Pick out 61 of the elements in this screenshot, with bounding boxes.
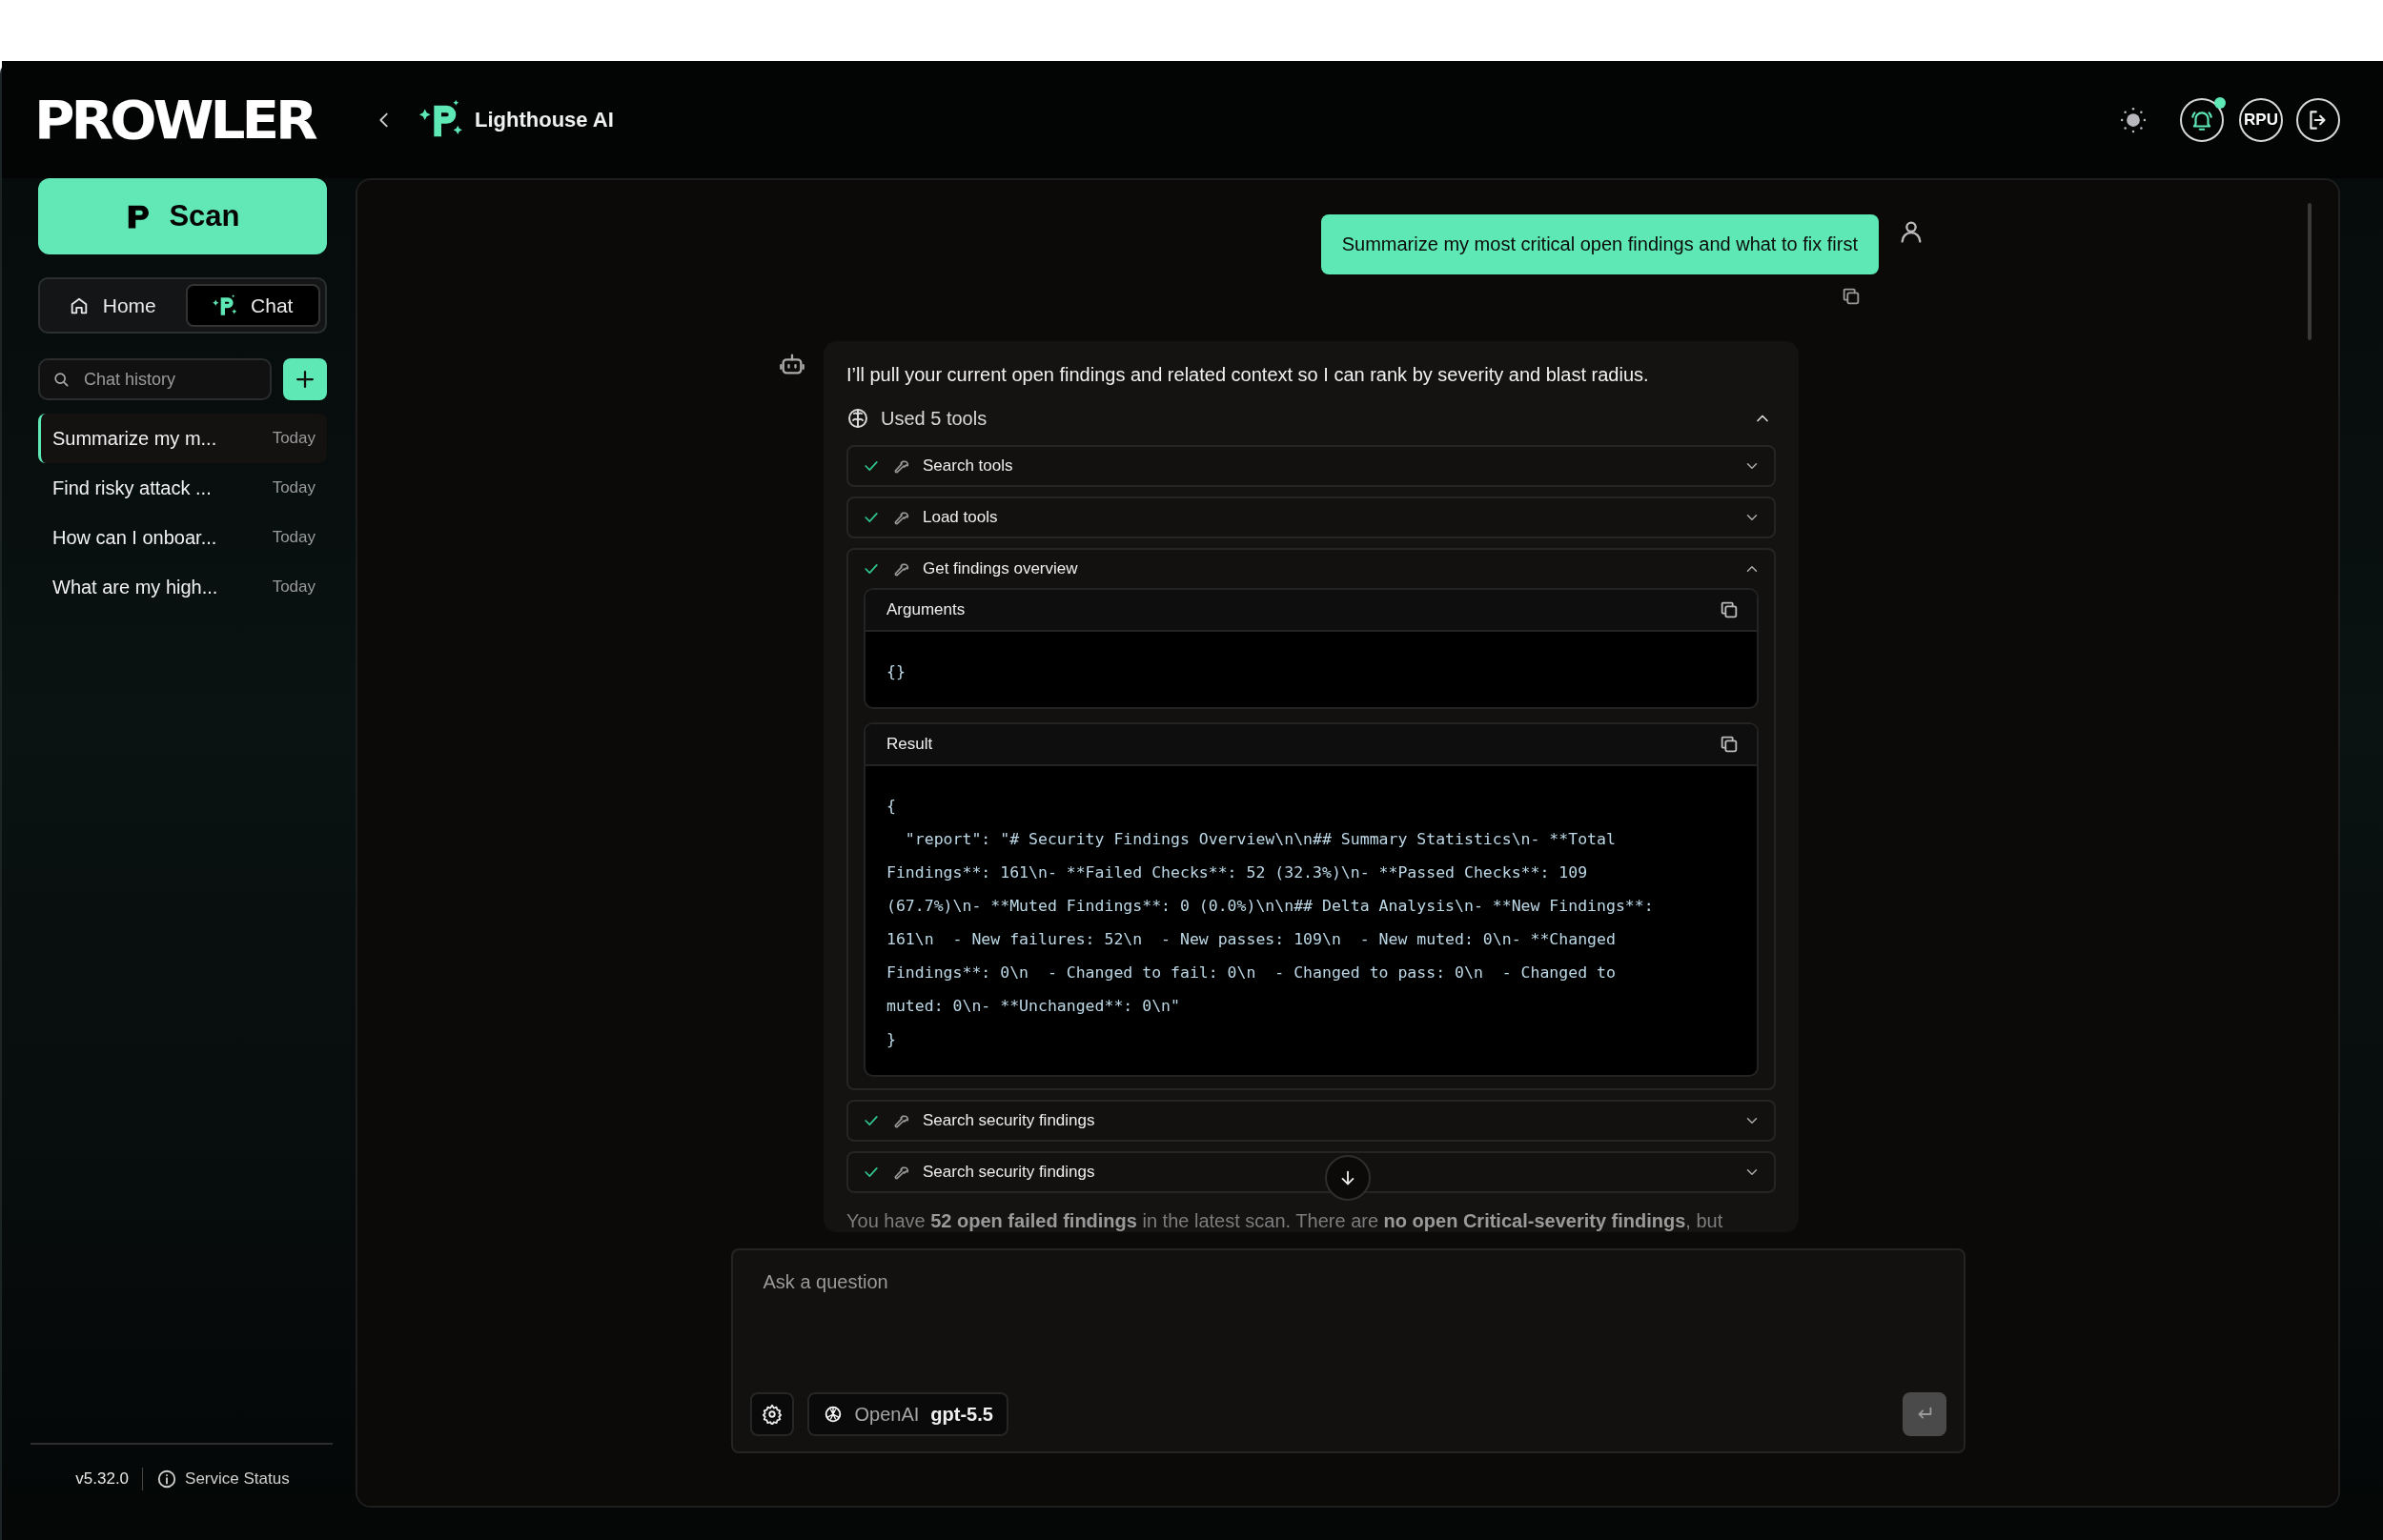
- logo: PROWLER: [34, 92, 316, 147]
- code-line: "report": "# Security Findings Overview\n\n## Summary Statistics\n- **Total: [904, 829, 1617, 850]
- code-line: }: [886, 1029, 897, 1050]
- scan-button[interactable]: Scan: [38, 178, 327, 254]
- message-text: You have 52 open failed findings in the latest scan. There are no open Critical-severity findings, but: [846, 1210, 1724, 1232]
- copy-button[interactable]: [1719, 599, 1740, 620]
- code-line: 161\n - New failures: 52\n - New passes: 109\n - New muted: 0\n- **Changed: [886, 929, 1617, 950]
- sparkle-p-icon: [213, 293, 238, 318]
- tools-toggle[interactable]: Used 5 tools: [846, 407, 1776, 430]
- history-item[interactable]: Find risky attack ... Today: [38, 463, 327, 513]
- code-line: muted: 0\n- **Unchanged**: 0\n": [886, 996, 1181, 1017]
- code-line: {: [886, 796, 897, 817]
- settings-icon: [761, 1404, 783, 1425]
- tool-call-header[interactable]: Load tools: [848, 498, 1774, 537]
- code-line: Findings**: 0\n - Changed to fail: 0\n - Changed to pass: 0\n - Changed to: [886, 962, 1617, 983]
- theme-toggle[interactable]: [2119, 105, 2148, 134]
- copy-icon: [1719, 599, 1740, 620]
- page-title: Lighthouse AI: [475, 107, 614, 132]
- model-selector[interactable]: OpenAI gpt-5.5: [806, 1392, 1008, 1436]
- copy-icon: [1719, 734, 1740, 755]
- plus-icon: [296, 371, 314, 388]
- code-line: (67.7%)\n- **Muted Findings**: 0 (0.0%)\n\n## Delta Analysis\n- **New Findings**:: [886, 896, 1655, 917]
- history-title: Summarize my m...: [52, 427, 217, 450]
- tool-call-header[interactable]: Search security findings: [848, 1153, 1774, 1191]
- version-label: v5.32.0: [75, 1469, 130, 1489]
- history-date: Today: [272, 578, 316, 597]
- notifications-button[interactable]: [2180, 97, 2224, 142]
- history-item[interactable]: What are my high... Today: [38, 562, 327, 612]
- user-message: Summarize my most critical open findings and what to fix first: [1320, 214, 1879, 274]
- nav-tab[interactable]: Chat: [185, 284, 320, 327]
- history-date: Today: [272, 528, 316, 547]
- history-title: How can I onboar...: [52, 526, 217, 549]
- section-title: Arguments: [886, 600, 966, 619]
- history-item[interactable]: How can I onboar... Today: [38, 513, 327, 562]
- info-icon: [156, 1469, 178, 1489]
- scrollbar[interactable]: [2308, 203, 2312, 340]
- code-line: Findings**: 161\n- **Failed Checks**: 52 (32.3%)\n- **Passed Checks**: 109: [886, 862, 1589, 883]
- tool-call-header[interactable]: Search tools: [848, 447, 1774, 485]
- tool-call-header[interactable]: Search security findings: [848, 1102, 1774, 1140]
- history-title: What are my high...: [52, 576, 218, 598]
- history-item[interactable]: Summarize my m... Today: [38, 414, 327, 463]
- logout-button[interactable]: [2296, 97, 2340, 142]
- copy-icon: [1841, 286, 1862, 307]
- message-text: I’ll pull your current open findings and related context so I can rank by severity and blast radius.: [846, 364, 1650, 386]
- copy-button[interactable]: [1719, 734, 1740, 755]
- search-field[interactable]: Chat history: [38, 358, 272, 400]
- tool-call-header[interactable]: Get findings overview: [848, 550, 1774, 588]
- history-date: Today: [272, 429, 316, 448]
- settings-button[interactable]: [749, 1392, 794, 1436]
- copy-button[interactable]: [1841, 286, 1862, 307]
- history-date: Today: [272, 478, 316, 497]
- avatar-button[interactable]: RPU: [2239, 97, 2283, 142]
- sun-icon: [2119, 105, 2148, 134]
- message-field[interactable]: Ask a question OpenAI gpt-5.5: [730, 1248, 1965, 1453]
- section-title: Result: [886, 735, 933, 754]
- nav-tab[interactable]: Home: [45, 284, 180, 327]
- history-title: Find risky attack ...: [52, 476, 212, 499]
- new-chat-button[interactable]: [283, 358, 327, 400]
- code-line: {}: [886, 661, 906, 682]
- service-status-link[interactable]: Service Status: [156, 1469, 290, 1489]
- search-icon: [51, 370, 71, 389]
